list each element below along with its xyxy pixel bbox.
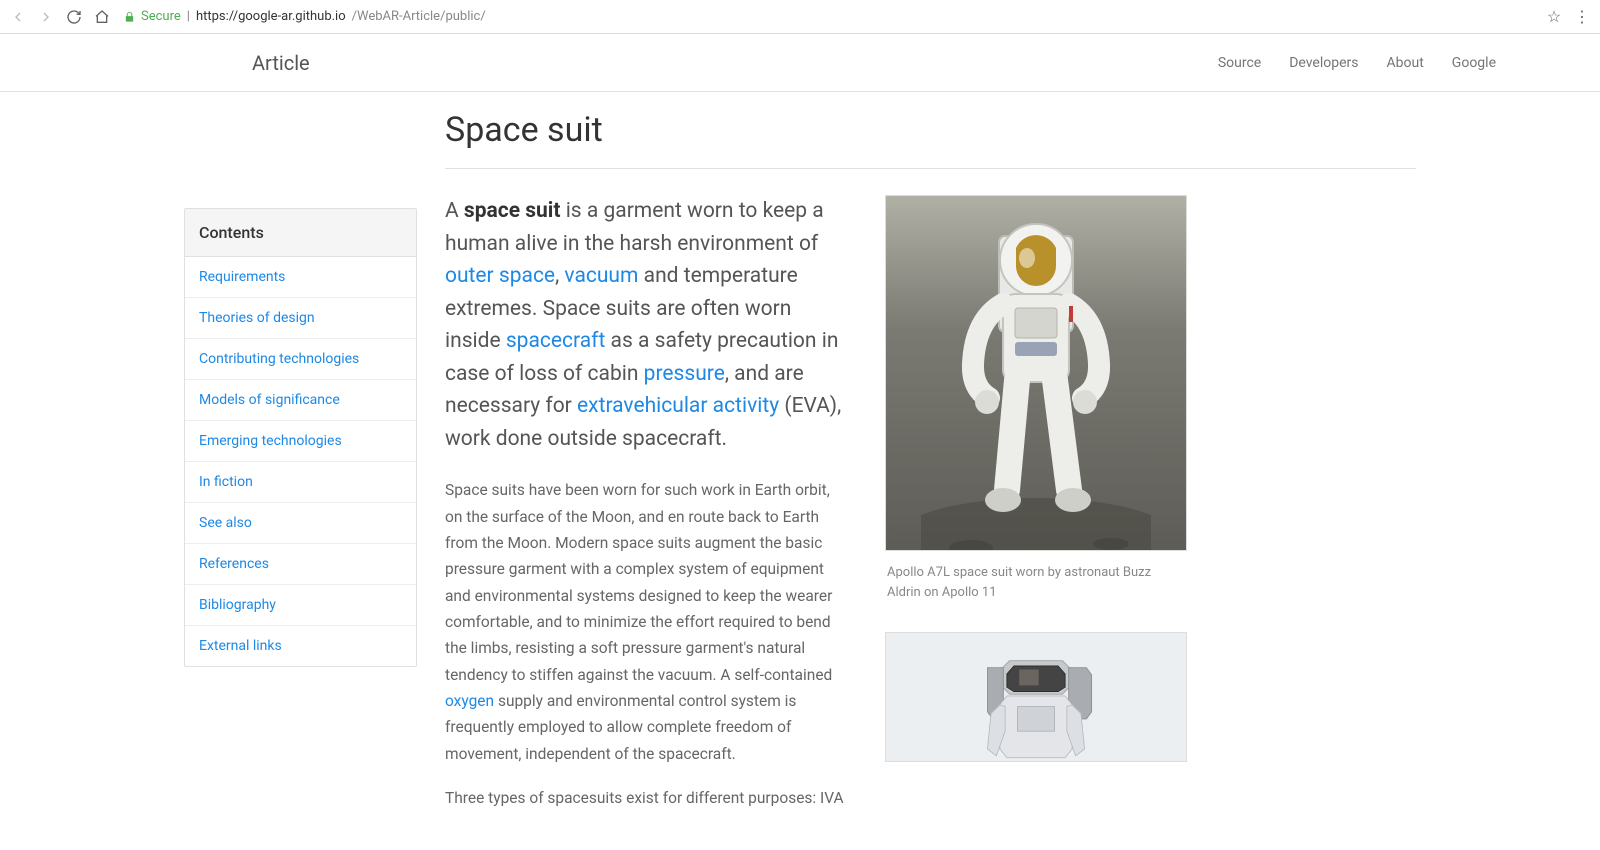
sidebar-item-fiction[interactable]: In fiction — [185, 462, 416, 503]
lead-bold: space suit — [464, 199, 561, 223]
paragraph: Three types of spacesuits exist for diff… — [445, 785, 845, 811]
lead-text: A — [445, 199, 464, 223]
site-brand[interactable]: Article — [252, 51, 310, 75]
nav-link-about[interactable]: About — [1387, 55, 1424, 71]
sidebar-item-references[interactable]: References — [185, 544, 416, 585]
page-title: Space suit — [445, 110, 1416, 169]
para-text: Space suits have been worn for such work… — [445, 481, 832, 683]
link-outer-space[interactable]: outer space — [445, 264, 555, 288]
link-vacuum[interactable]: vacuum — [564, 264, 638, 288]
figure-caption: Apollo A7L space suit worn by astronaut … — [885, 563, 1189, 602]
header-nav: Source Developers About Google — [1218, 55, 1496, 71]
astronaut-photo[interactable] — [885, 195, 1187, 551]
sidebar-item-contributing[interactable]: Contributing technologies — [185, 339, 416, 380]
site-header: Article Source Developers About Google — [0, 34, 1600, 92]
astronaut-render[interactable] — [885, 632, 1187, 762]
article-aside: Apollo A7L space suit worn by astronaut … — [885, 195, 1189, 830]
nav-link-developers[interactable]: Developers — [1289, 55, 1358, 71]
sidebar-title: Contents — [185, 209, 416, 257]
sidebar-item-theories[interactable]: Theories of design — [185, 298, 416, 339]
home-button[interactable] — [92, 7, 112, 27]
browser-toolbar: Secure | https://google-ar.github.io/Web… — [0, 0, 1600, 34]
sidebar-item-emerging[interactable]: Emerging technologies — [185, 421, 416, 462]
sidebar-item-models[interactable]: Models of significance — [185, 380, 416, 421]
figure-render — [885, 632, 1189, 762]
forward-button[interactable] — [36, 7, 56, 27]
nav-link-google[interactable]: Google — [1452, 55, 1496, 71]
browser-menu-icon[interactable]: ⋮ — [1572, 7, 1592, 27]
figure-photo: Apollo A7L space suit worn by astronaut … — [885, 195, 1189, 602]
link-spacecraft[interactable]: spacecraft — [506, 329, 605, 353]
link-oxygen[interactable]: oxygen — [445, 692, 494, 710]
reload-button[interactable] — [64, 7, 84, 27]
back-button[interactable] — [8, 7, 28, 27]
contents-sidebar: Contents Requirements Theories of design… — [184, 208, 417, 667]
bookmark-icon[interactable]: ☆ — [1544, 7, 1564, 27]
secure-label: Secure — [141, 9, 181, 24]
url-path: /WebAR-Article/public/ — [352, 9, 486, 24]
link-pressure[interactable]: pressure — [644, 362, 725, 386]
article-text: A space suit is a garment worn to keep a… — [445, 195, 845, 830]
link-eva[interactable]: extravehicular activity — [577, 394, 779, 418]
nav-link-source[interactable]: Source — [1218, 55, 1261, 71]
lead-paragraph: A space suit is a garment worn to keep a… — [445, 195, 845, 455]
sidebar-item-bibliography[interactable]: Bibliography — [185, 585, 416, 626]
address-bar[interactable]: Secure | https://google-ar.github.io/Web… — [120, 9, 1536, 24]
sidebar-item-external[interactable]: External links — [185, 626, 416, 666]
sidebar-item-requirements[interactable]: Requirements — [185, 257, 416, 298]
url-separator: | — [187, 9, 190, 24]
lock-icon — [124, 11, 135, 23]
paragraph: Space suits have been worn for such work… — [445, 477, 845, 767]
para-text: supply and environmental control system … — [445, 692, 796, 763]
url-host: https://google-ar.github.io — [196, 9, 346, 24]
sidebar-item-seealso[interactable]: See also — [185, 503, 416, 544]
